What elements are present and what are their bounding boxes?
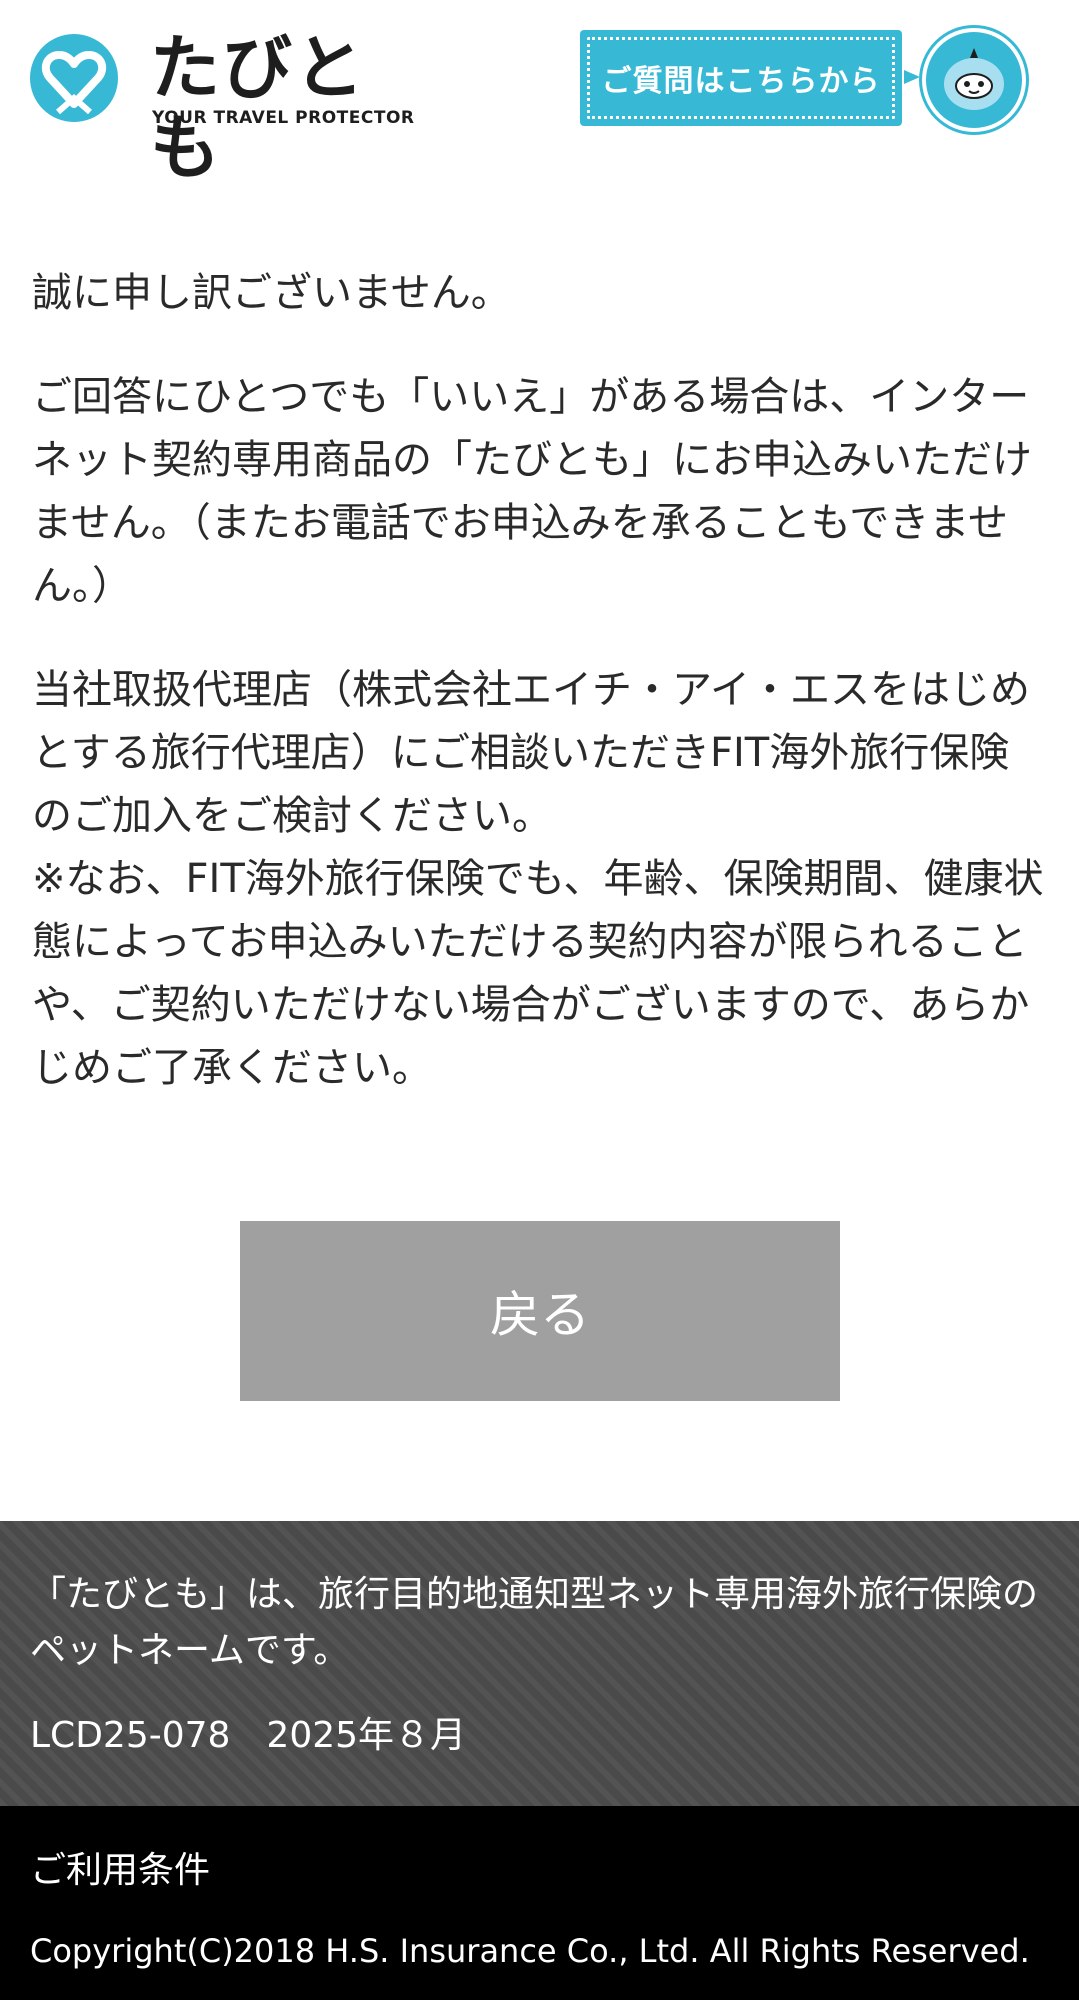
site-footer: ご利用条件 Copyright(C)2018 H.S. Insurance Co… [0, 1806, 1079, 2000]
fit-note-text: ※なお、FIT海外旅行保険でも、年齢、保険期間、健康状態によってお申込みいただけ… [32, 856, 1044, 1091]
site-header: たびとも YOUR TRAVEL PROTECTOR ご質問はこちらから [0, 0, 1079, 188]
logo-tagline: YOUR TRAVEL PROTECTOR [152, 108, 415, 128]
heart-logo-icon [30, 34, 118, 122]
ask-question-button[interactable]: ご質問はこちらから [580, 30, 902, 126]
agency-guidance-text: 当社取扱代理店（株式会社エイチ・アイ・エスをはじめとする旅行代理店）にご相談いた… [32, 667, 1030, 839]
mascot-face-icon [944, 48, 1004, 110]
pet-name-note: 「たびとも」は、旅行目的地通知型ネット専用海外旅行保険のペットネームです。 [30, 1574, 1039, 1671]
terms-of-use-link[interactable]: ご利用条件 [30, 1846, 210, 1896]
tabitomo-logo[interactable]: たびとも YOUR TRAVEL PROTECTOR [28, 28, 414, 188]
back-button[interactable]: 戻る [240, 1221, 840, 1401]
document-code: LCD25-078 2025年８月 [30, 1715, 467, 1756]
apology-text: 誠に申し訳ございません。 [32, 270, 511, 316]
arrow-right-icon [904, 70, 920, 84]
mascot-icon[interactable] [922, 28, 1026, 132]
copyright-text: Copyright(C)2018 H.S. Insurance Co., Ltd… [30, 1932, 1030, 1970]
ineligibility-text: ご回答にひとつでも「いいえ」がある場合は、インターネット契約専用商品の「たびとも… [32, 374, 1032, 609]
footer-notice: 「たびとも」は、旅行目的地通知型ネット専用海外旅行保険のペットネームです。 LC… [0, 1521, 1079, 1806]
ask-question-label: ご質問はこちらから [601, 64, 881, 99]
main-content: 誠に申し訳ございません。 ご回答にひとつでも「いいえ」がある場合は、インターネッ… [32, 262, 1047, 1141]
